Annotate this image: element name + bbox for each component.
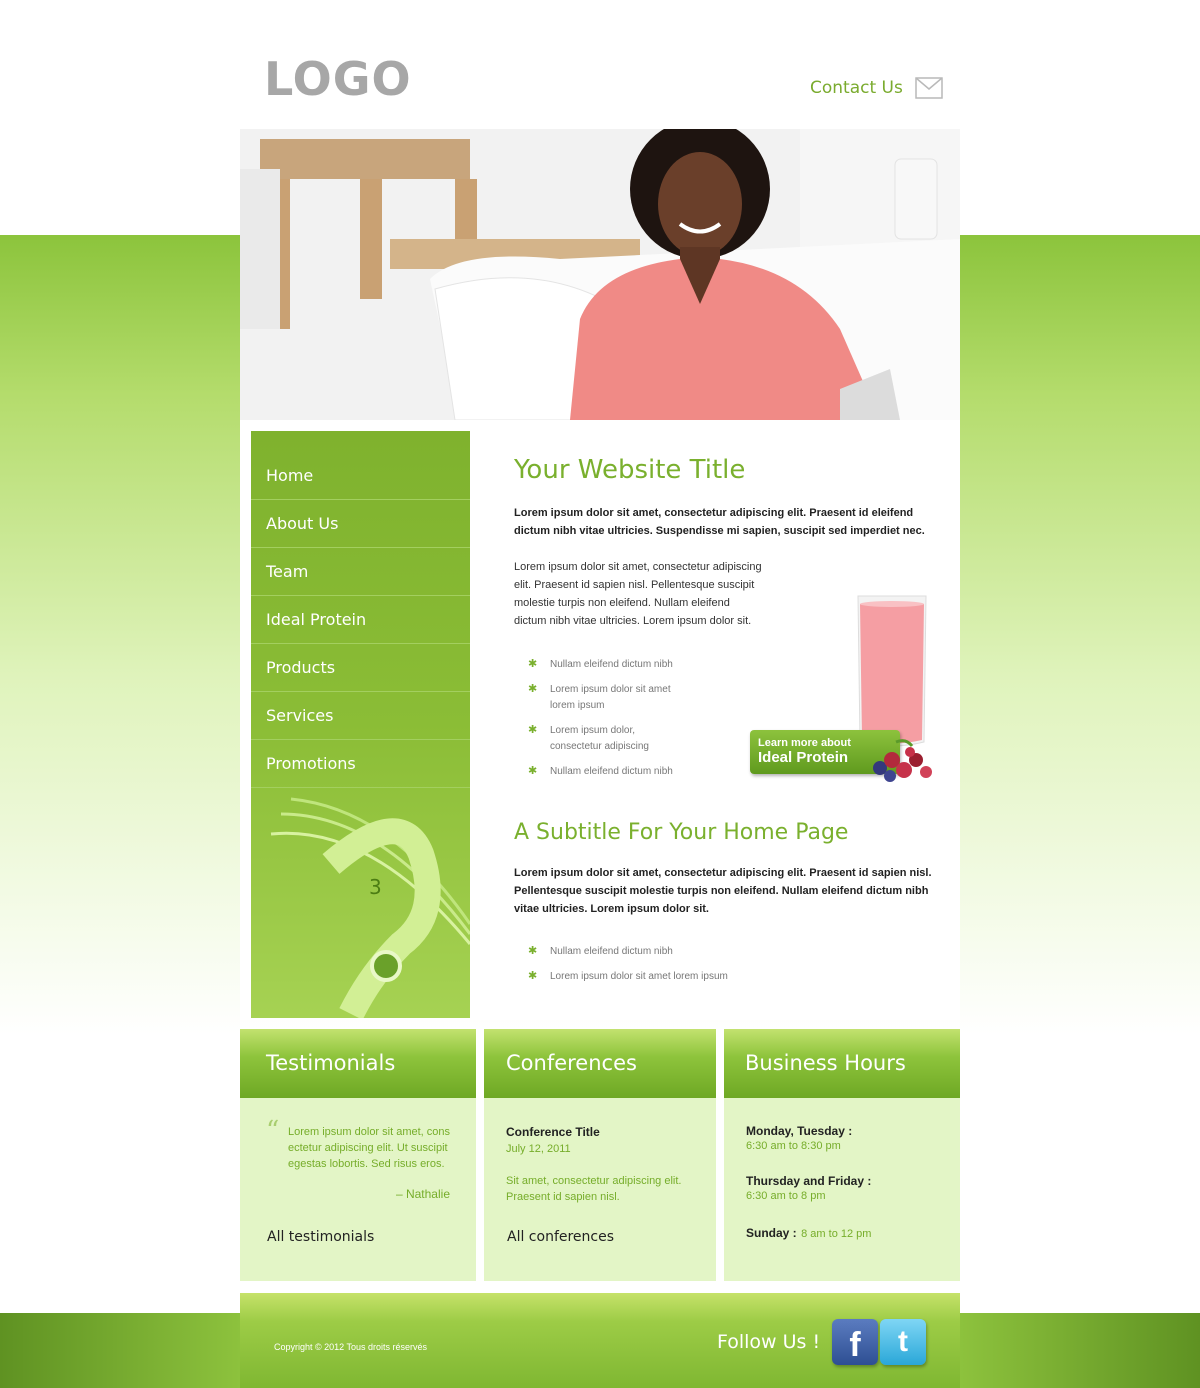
subtitle-lead: Lorem ipsum dolor sit amet, consectetur … bbox=[514, 867, 932, 915]
nav-item-products[interactable]: Products bbox=[251, 644, 470, 692]
star-bullet-icon: ✱ bbox=[528, 658, 538, 670]
svg-text:3: 3 bbox=[369, 875, 382, 899]
list-item: ✱ Lorem ipsum dolor, consectetur adipisci… bbox=[528, 724, 649, 752]
twitter-icon[interactable]: t bbox=[880, 1319, 926, 1365]
nav-item-about-us[interactable]: About Us bbox=[251, 500, 470, 548]
star-bullet-icon: ✱ bbox=[528, 724, 538, 736]
feature-list-2: ✱ Nullam eleifend dictum nibh ✱ Lorem ipsu… bbox=[514, 944, 934, 985]
hours-day-2: Thursday and Friday : bbox=[746, 1174, 872, 1188]
star-bullet-icon: ✱ bbox=[528, 945, 538, 957]
nav-item-team[interactable]: Team bbox=[251, 548, 470, 596]
star-bullet-icon: ✱ bbox=[528, 765, 538, 777]
envelope-icon bbox=[915, 77, 943, 99]
hours-time-2: 6:30 am to 8 pm bbox=[746, 1190, 826, 1202]
feature-list: ✱ Nullam eleifend dictum nibh ✱ Lorem ipsu… bbox=[514, 657, 674, 780]
star-bullet-icon: ✱ bbox=[528, 683, 538, 695]
contact-us-link[interactable]: Contact Us bbox=[810, 77, 943, 99]
nav-item-services[interactable]: Services bbox=[251, 692, 470, 740]
list-item: ✱ Nullam eleifend dictum nibh bbox=[528, 945, 673, 957]
hours-time-3: 8 am to 12 pm bbox=[801, 1228, 872, 1240]
business-hours-heading: Business Hours bbox=[724, 1029, 960, 1098]
list-item: ✱ Lorem ipsum dolor sit amet lorem ipsum bbox=[528, 970, 728, 982]
sidebar-nav: Home About Us Team Ideal Protein Product… bbox=[251, 431, 470, 1018]
all-conferences-link[interactable]: All conferences bbox=[507, 1229, 614, 1245]
conference-date: July 12, 2011 bbox=[506, 1143, 571, 1155]
conferences-box: Conferences Conference Title July 12, 20… bbox=[484, 1029, 716, 1281]
nav-item-home[interactable]: Home bbox=[251, 452, 470, 500]
testimonial-author: – Nathalie bbox=[395, 1187, 450, 1201]
all-testimonials-link[interactable]: All testimonials bbox=[267, 1229, 374, 1245]
berries-image bbox=[873, 739, 932, 782]
conference-text: Sit amet, consectetur adipiscing elit. P… bbox=[506, 1175, 682, 1203]
hero-image bbox=[240, 129, 960, 420]
logo[interactable]: LOGO bbox=[264, 52, 412, 106]
quote-mark-icon: “ bbox=[266, 1116, 280, 1146]
copyright-text: Copyright © 2012 Tous droits réservés bbox=[274, 1342, 428, 1352]
testimonials-box: Testimonials “ Lorem ipsum dolor sit ame… bbox=[240, 1029, 476, 1281]
business-hours-box: Business Hours Monday, Tuesday : 6:30 am… bbox=[724, 1029, 960, 1281]
measuring-tape-image: 3 bbox=[270, 797, 470, 1018]
list-item: ✱ Nullam eleifend dictum nibh bbox=[528, 765, 673, 777]
footer: Copyright © 2012 Tous droits réservés Fo… bbox=[240, 1293, 960, 1388]
page-subtitle: A Subtitle For Your Home Page bbox=[514, 820, 849, 845]
hours-day-3: Sunday : bbox=[746, 1226, 797, 1240]
conference-title: Conference Title bbox=[506, 1125, 600, 1139]
page-title: Your Website Title bbox=[514, 455, 746, 485]
list-item: ✱ Nullam eleifend dictum nibh bbox=[528, 658, 673, 670]
nav-item-promotions[interactable]: Promotions bbox=[251, 740, 470, 788]
testimonial-quote: Lorem ipsum dolor sit amet, cons ectetur… bbox=[288, 1126, 451, 1170]
hours-row-3: Sunday : 8 am to 12 pm bbox=[746, 1224, 938, 1242]
hours-time-1: 6:30 am to 8:30 pm bbox=[746, 1140, 841, 1152]
contact-us-label: Contact Us bbox=[810, 78, 903, 98]
intro-lead: Lorem ipsum dolor sit amet, consectetur … bbox=[514, 507, 925, 537]
nav-item-ideal-protein[interactable]: Ideal Protein bbox=[251, 596, 470, 644]
protein-drink-image bbox=[857, 595, 927, 747]
intro-paragraph: Lorem ipsum dolor sit amet, consectetur … bbox=[514, 561, 762, 627]
testimonials-heading: Testimonials bbox=[240, 1029, 476, 1098]
hours-day-1: Monday, Tuesday : bbox=[746, 1124, 853, 1138]
star-bullet-icon: ✱ bbox=[528, 970, 538, 982]
follow-us-label: Follow Us ! bbox=[717, 1331, 821, 1353]
conferences-heading: Conferences bbox=[484, 1029, 716, 1098]
list-item: ✱ Lorem ipsum dolor sit amet lorem ipsum bbox=[528, 683, 671, 711]
facebook-icon[interactable]: f bbox=[832, 1319, 878, 1365]
